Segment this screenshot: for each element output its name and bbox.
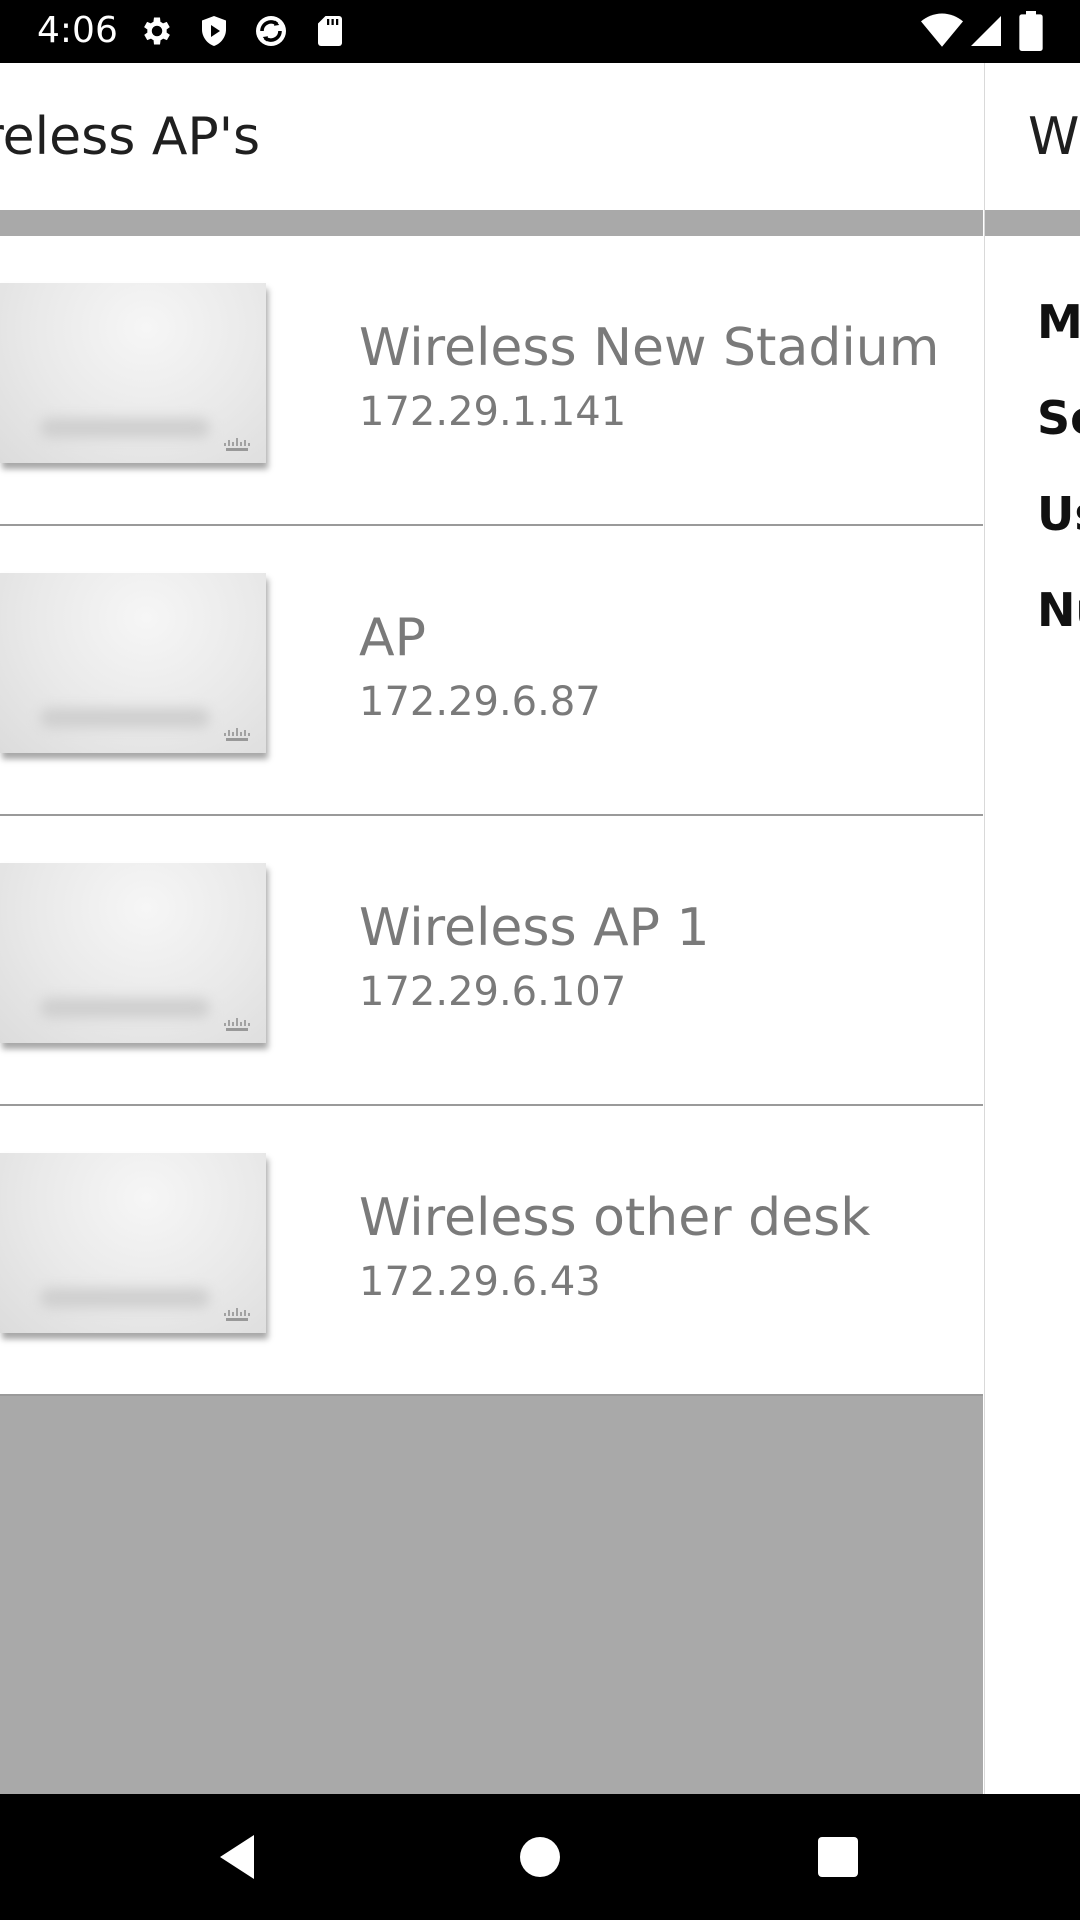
access-point-image bbox=[0, 863, 266, 1043]
cisco-logo-icon bbox=[224, 728, 250, 741]
cisco-logo-icon bbox=[224, 1018, 250, 1031]
list-item[interactable]: Wireless New Stadium 172.29.1.141 bbox=[0, 236, 983, 526]
ap-name: Wireless New Stadium bbox=[359, 318, 940, 378]
gear-icon bbox=[144, 17, 170, 45]
divider-band bbox=[0, 210, 983, 236]
access-point-image bbox=[0, 1153, 266, 1333]
access-point-image bbox=[0, 573, 266, 753]
detail-title: Wi bbox=[1028, 107, 1080, 167]
wifi-icon bbox=[921, 13, 963, 47]
list-item[interactable]: Wireless AP 1 172.29.6.107 bbox=[0, 816, 983, 1106]
battery-icon bbox=[1019, 11, 1043, 51]
detail-divider-band bbox=[985, 210, 1080, 236]
empty-area bbox=[0, 1396, 983, 1794]
detail-label: M bbox=[1037, 295, 1080, 349]
list-item[interactable]: AP 172.29.6.87 bbox=[0, 526, 983, 816]
cisco-logo-icon bbox=[224, 1308, 250, 1321]
ap-list: Wireless New Stadium 172.29.1.141 AP 172… bbox=[0, 236, 983, 1396]
access-point-image bbox=[0, 283, 266, 463]
status-bar: 4:06 bbox=[0, 0, 1080, 63]
app-bar: ireless AP's bbox=[0, 63, 983, 210]
detail-label: Nu bbox=[1037, 583, 1080, 637]
ap-name: Wireless AP 1 bbox=[359, 898, 710, 958]
ap-list-pane: ireless AP's Wireless New Stadium 172.29… bbox=[0, 63, 983, 1794]
ap-name: AP bbox=[359, 608, 426, 668]
home-icon[interactable] bbox=[510, 1827, 570, 1887]
ap-ip: 172.29.6.43 bbox=[359, 1259, 601, 1305]
recents-icon[interactable] bbox=[808, 1827, 868, 1887]
status-time: 4:06 bbox=[37, 10, 118, 51]
ap-ip: 172.29.6.107 bbox=[359, 969, 627, 1015]
ap-ip: 172.29.1.141 bbox=[359, 389, 627, 435]
sd-card-icon bbox=[318, 16, 342, 46]
cisco-logo-icon bbox=[224, 438, 250, 451]
signal-icon bbox=[971, 16, 1001, 46]
navigation-bar bbox=[0, 1794, 1080, 1920]
page-title: ireless AP's bbox=[0, 107, 261, 167]
detail-pane: Wi M Se Us Nu bbox=[984, 63, 1080, 1794]
ap-ip: 172.29.6.87 bbox=[359, 679, 601, 725]
list-item[interactable]: Wireless other desk 172.29.6.43 bbox=[0, 1106, 983, 1396]
shield-play-icon bbox=[202, 16, 226, 46]
detail-label: Se bbox=[1037, 391, 1080, 445]
sync-icon bbox=[256, 16, 286, 46]
detail-label: Us bbox=[1037, 487, 1080, 541]
ap-name: Wireless other desk bbox=[359, 1188, 871, 1248]
back-icon[interactable] bbox=[210, 1827, 270, 1887]
